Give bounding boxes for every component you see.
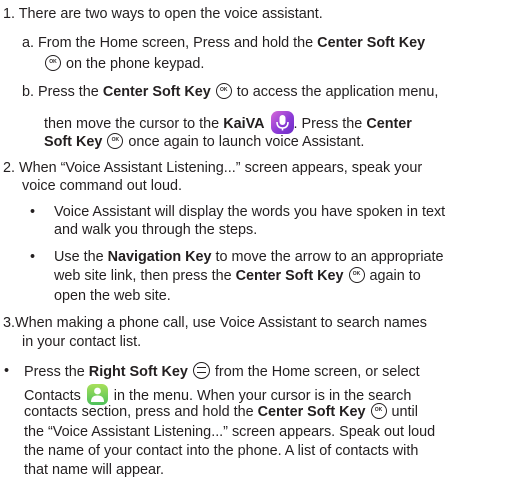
step-1a-marker: a. <box>22 35 35 51</box>
step-1: 1. There are two ways to open the voice … <box>3 5 323 24</box>
step-2-bullet-1: • Voice Assistant will display the words… <box>30 204 446 220</box>
final-bullet: • Press the Right Soft Key from the Home… <box>4 362 420 380</box>
step-2-bullet-2-cont: web site link, then press the Center Sof… <box>54 267 421 286</box>
final-bullet-line-3: contacts section, press and hold the Cen… <box>24 403 418 422</box>
step-1-text: There are two ways to open the voice ass… <box>18 6 323 22</box>
center-soft-key-icon <box>370 403 387 419</box>
final-bullet-line-4: the “Voice Assistant Listening...” scree… <box>24 424 436 440</box>
right-soft-key-icon <box>192 362 210 379</box>
step-3-text: When making a phone call, use Voice Assi… <box>15 315 427 331</box>
step-2-cont: voice command out loud. <box>22 178 182 194</box>
contacts-icon <box>86 384 108 405</box>
step-2-bullet-2-cont2: open the web site. <box>54 288 171 304</box>
step-3-cont: in your contact list. <box>22 334 142 350</box>
bullet: • <box>4 363 10 379</box>
center-soft-key-icon <box>107 133 124 149</box>
kaiva-mic-icon <box>270 111 294 134</box>
step-2-bullet-2: • Use the Navigation Key to move the arr… <box>30 249 444 265</box>
step-2-number: 2. <box>3 160 16 176</box>
center-soft-key-icon <box>215 83 232 99</box>
step-1b-cont: then move the cursor to the KaiVA . Pres… <box>44 111 412 134</box>
bullet: • <box>30 249 36 265</box>
step-2-text: When “Voice Assistant Listening...” scre… <box>19 160 423 176</box>
step-3: 3.When making a phone call, use Voice As… <box>3 314 427 333</box>
step-1-number: 1. <box>3 6 16 22</box>
step-1b-marker: b. <box>22 84 35 100</box>
step-1a-text: From the Home screen, Press and hold the… <box>38 35 426 51</box>
step-1b: b. Press the Center Soft Key to access t… <box>22 83 438 102</box>
step-1a: a. From the Home screen, Press and hold … <box>22 34 425 53</box>
final-bullet-line-5: the name of your contact into the phone.… <box>24 443 419 459</box>
final-bullet-line-6: that name will appear. <box>24 462 164 478</box>
step-2-bullet-1-cont: and walk you through the steps. <box>54 222 258 238</box>
step-1b-text: Press the Center Soft Key to access the … <box>38 83 438 100</box>
center-soft-key-icon <box>348 267 365 283</box>
step-1a-cont: on the phone keypad. <box>44 55 204 74</box>
bullet: • <box>30 204 36 220</box>
center-soft-key-icon <box>45 55 61 71</box>
step-1b-cont2: Soft Key once again to launch voice Assi… <box>44 133 364 152</box>
step-2: 2. When “Voice Assistant Listening...” s… <box>3 159 422 178</box>
step-3-number: 3. <box>3 315 16 331</box>
